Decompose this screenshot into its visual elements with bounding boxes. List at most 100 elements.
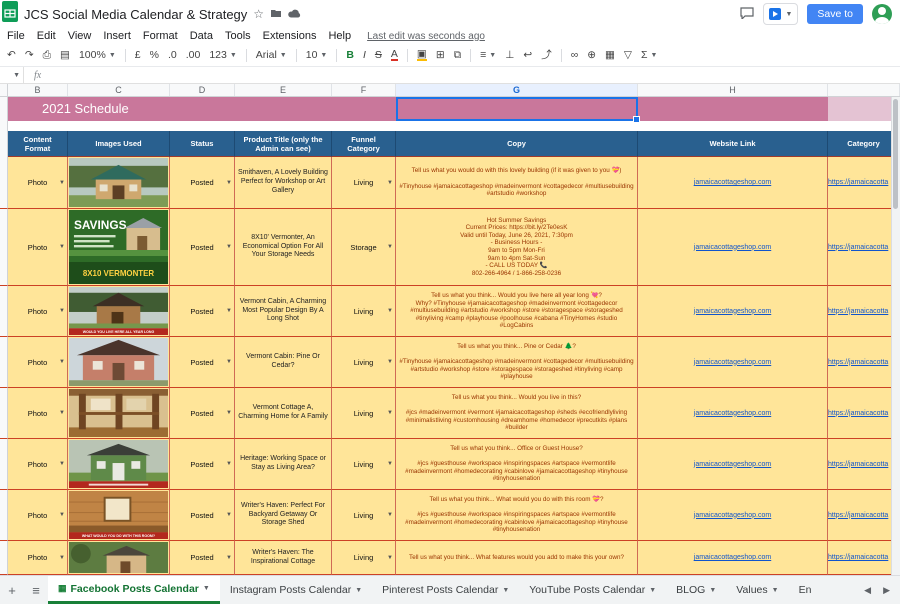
funnel-category-cell[interactable]: Living▼ [332,388,396,439]
row-header[interactable] [0,286,8,337]
copy-cell[interactable]: Tell us what you think... What features … [396,541,638,575]
empty-cell[interactable] [8,121,900,131]
website-link-cell[interactable]: jamaicacottageshop.com [638,490,828,541]
paint-format-icon[interactable]: ▤ [60,50,70,61]
category-cell[interactable]: https://jamaicacotta [828,439,900,490]
tab-scroll-right-icon[interactable]: ▶ [883,585,890,596]
category-link[interactable]: https://jamaicacotta [828,359,888,366]
menu-data[interactable]: Data [184,30,219,42]
header-content-format[interactable]: Content Format [8,131,68,157]
column-header-G[interactable]: G [396,84,638,96]
content-format-cell[interactable]: Photo▼ [8,439,68,490]
header-funnel-category[interactable]: Funnel Category [332,131,396,157]
category-cell[interactable]: https://jamaicacotta [828,286,900,337]
dropdown-arrow-icon[interactable]: ▼ [387,410,393,416]
copy-cell[interactable]: Tell us what you think... Would you live… [396,286,638,337]
row-header[interactable] [0,337,8,388]
dropdown-arrow-icon[interactable]: ▼ [59,308,65,314]
schedule-title-cell[interactable]: 2021 Schedule [8,97,828,121]
row-header[interactable] [0,388,8,439]
decrease-decimal-icon[interactable]: .0 [168,50,177,61]
comment-history-icon[interactable] [740,7,754,21]
product-title-cell[interactable]: Vermont Cabin, A Charming Most Popular D… [235,286,332,337]
merge-cells-icon[interactable]: ⧉ [454,50,462,61]
dropdown-arrow-icon[interactable]: ▼ [226,308,232,314]
borders-icon[interactable]: ⊞ [436,50,445,61]
header-category[interactable]: Category [828,131,900,157]
funnel-category-cell[interactable]: Living▼ [332,541,396,575]
funnel-category-cell[interactable]: Living▼ [332,490,396,541]
dropdown-arrow-icon[interactable]: ▼ [59,410,65,416]
menu-view[interactable]: View [62,30,98,42]
dropdown-arrow-icon[interactable]: ▼ [226,461,232,467]
category-cell[interactable]: https://jamaicacotta [828,490,900,541]
copy-cell[interactable]: Tell us what you think... What would you… [396,490,638,541]
content-format-cell[interactable]: Photo▼ [8,286,68,337]
avatar[interactable] [872,4,892,24]
fill-color-icon[interactable]: ▣ [417,49,427,62]
copy-cell[interactable]: Tell us what you think... Office or Gues… [396,439,638,490]
row-header[interactable] [0,97,8,121]
image-cell[interactable] [68,439,170,490]
text-color-icon[interactable]: A [391,49,398,62]
dropdown-arrow-icon[interactable]: ▼ [226,180,232,186]
product-title-cell[interactable]: Vermont Cabin: Pine Or Cedar? [235,337,332,388]
font-size-select[interactable]: 10▼ [306,50,328,61]
present-button[interactable]: ▼ [763,3,798,25]
product-title-cell[interactable]: Smithaven, A Lovely Building Perfect for… [235,157,332,209]
currency-format-icon[interactable]: £ [135,50,141,61]
image-cell[interactable]: SAVINGS8X10 VERMONTER [68,209,170,286]
chevron-down-icon[interactable]: ▼ [502,587,509,594]
website-link[interactable]: jamaicacottageshop.com [694,359,771,366]
product-title-cell[interactable]: Heritage: Working Space or Stay as Livin… [235,439,332,490]
website-link[interactable]: jamaicacottageshop.com [694,179,771,186]
website-link-cell[interactable]: jamaicacottageshop.com [638,388,828,439]
dropdown-arrow-icon[interactable]: ▼ [59,512,65,518]
dropdown-arrow-icon[interactable]: ▼ [387,244,393,250]
website-link[interactable]: jamaicacottageshop.com [694,410,771,417]
column-header-D[interactable]: D [170,84,235,96]
menu-help[interactable]: Help [322,30,357,42]
website-link-cell[interactable]: jamaicacottageshop.com [638,286,828,337]
strikethrough-icon[interactable]: S [375,50,382,61]
text-rotation-icon[interactable]: ⤴ [541,50,552,61]
content-format-cell[interactable]: Photo▼ [8,490,68,541]
menu-format[interactable]: Format [137,30,184,42]
copy-cell[interactable]: Tell us what you think... Would you live… [396,388,638,439]
dropdown-arrow-icon[interactable]: ▼ [226,359,232,365]
name-box[interactable]: ▼ [0,67,24,83]
category-cell[interactable]: https://jamaicacotta [828,337,900,388]
dropdown-arrow-icon[interactable]: ▼ [387,180,393,186]
category-link[interactable]: https://jamaicacotta [828,179,888,186]
dropdown-arrow-icon[interactable]: ▼ [387,308,393,314]
increase-decimal-icon[interactable]: .00 [186,50,201,61]
text-wrap-icon[interactable]: ↩ [523,50,532,61]
insert-link-icon[interactable]: ∞ [571,50,579,61]
horizontal-align-icon[interactable]: ≡▼ [480,50,496,61]
funnel-category-cell[interactable]: Living▼ [332,157,396,209]
dropdown-arrow-icon[interactable]: ▼ [59,180,65,186]
header-website-link[interactable]: Website Link [638,131,828,157]
scrollbar-thumb[interactable] [893,99,898,209]
status-cell[interactable]: Posted▼ [170,388,235,439]
content-format-cell[interactable]: Photo▼ [8,337,68,388]
status-cell[interactable]: Posted▼ [170,337,235,388]
product-title-cell[interactable]: Vermont Cottage A, Charming Home for A F… [235,388,332,439]
status-cell[interactable]: Posted▼ [170,286,235,337]
column-header-H[interactable]: H [638,84,828,96]
column-header-C[interactable]: C [68,84,170,96]
copy-cell[interactable]: Tell us what you think... Pine or Cedar … [396,337,638,388]
content-format-cell[interactable]: Photo▼ [8,157,68,209]
more-formats-select[interactable]: 123▼ [209,50,236,61]
insert-comment-icon[interactable]: ⊕ [587,50,596,61]
tab-scroll-left-icon[interactable]: ◀ [864,585,871,596]
menu-file[interactable]: File [1,30,31,42]
category-link[interactable]: https://jamaicacotta [828,512,888,519]
status-cell[interactable]: Posted▼ [170,541,235,575]
category-link[interactable]: https://jamaicacotta [828,410,888,417]
menu-edit[interactable]: Edit [31,30,62,42]
website-link[interactable]: jamaicacottageshop.com [694,554,771,561]
status-cell[interactable]: Posted▼ [170,157,235,209]
image-cell[interactable] [68,337,170,388]
funnel-category-cell[interactable]: Living▼ [332,286,396,337]
